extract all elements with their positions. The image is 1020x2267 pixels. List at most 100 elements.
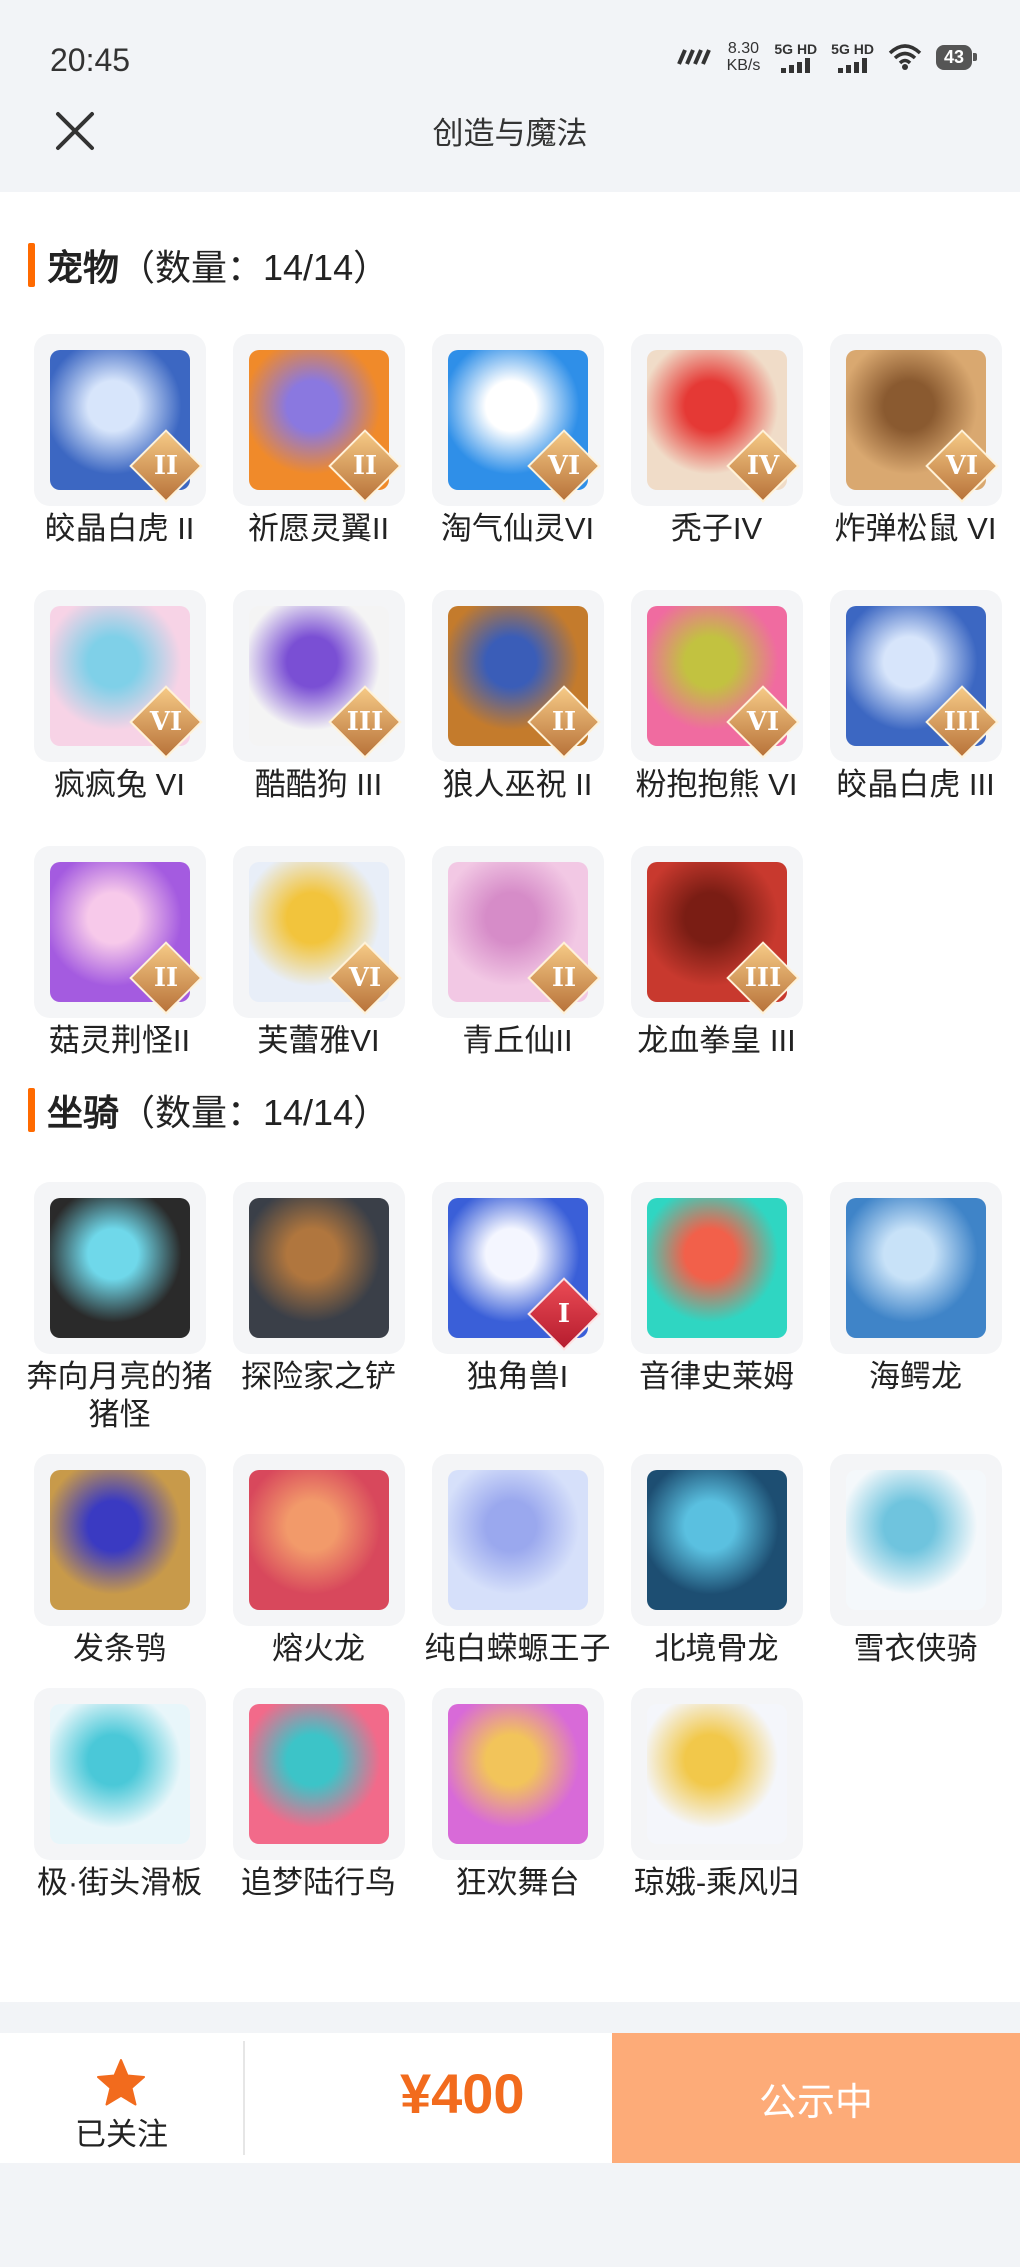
item-thumbnail: VI bbox=[829, 334, 1002, 506]
item-card[interactable]: I 独角兽I bbox=[418, 1182, 617, 1434]
item-card[interactable]: III 皎晶白虎 III bbox=[816, 590, 1015, 804]
page-title: 创造与魔法 bbox=[432, 116, 588, 151]
item-card[interactable]: 追梦陆行鸟 bbox=[219, 1688, 418, 1902]
item-image bbox=[49, 1470, 190, 1610]
item-card[interactable]: 熔火龙 bbox=[219, 1454, 418, 1668]
item-card[interactable]: 发条鸮 bbox=[20, 1454, 219, 1668]
section-count: （数量：14/14） bbox=[119, 247, 390, 288]
network-speed: 8.30 KB/s bbox=[727, 40, 761, 74]
section-accent-bar bbox=[28, 243, 35, 287]
item-label: 龙血拳皇 III bbox=[637, 1023, 796, 1058]
tier-badge-label: II bbox=[153, 963, 178, 993]
item-thumbnail: IV bbox=[630, 334, 803, 506]
item-thumbnail: VI bbox=[630, 590, 803, 762]
item-card[interactable]: II 狼人巫祝 II bbox=[418, 590, 617, 804]
item-card[interactable]: II 菇灵荆怪II bbox=[20, 846, 219, 1060]
item-thumbnail bbox=[431, 1454, 604, 1626]
item-label: 发条鸮 bbox=[73, 1631, 166, 1666]
item-image bbox=[845, 1470, 986, 1610]
follow-button[interactable]: 已关注 bbox=[0, 2033, 243, 2163]
nav-bar: 创造与魔法 bbox=[0, 90, 1020, 190]
tier-badge-label: VI bbox=[547, 451, 580, 481]
item-image bbox=[447, 1470, 588, 1610]
item-label: 雪衣侠骑 bbox=[853, 1631, 978, 1666]
item-label: 淘气仙灵VI bbox=[440, 511, 595, 546]
mounts-section-header: 坐骑 （数量：14/14） bbox=[28, 1087, 389, 1133]
item-card[interactable]: 琼娥-乘风归 bbox=[617, 1688, 816, 1902]
item-card[interactable]: 纯白蝾螈王子 bbox=[418, 1454, 617, 1668]
item-image bbox=[248, 1198, 389, 1338]
item-card[interactable]: 北境骨龙 bbox=[617, 1454, 816, 1668]
tier-badge-label: VI bbox=[945, 451, 978, 481]
section-count: （数量：14/14） bbox=[119, 1092, 390, 1133]
tier-badge-label: III bbox=[744, 963, 781, 993]
item-label: 奔向月亮的猪猪怪 bbox=[26, 1359, 213, 1432]
item-image bbox=[49, 1198, 190, 1338]
section-title: 宠物 bbox=[47, 247, 120, 288]
signal-1: 5G HD bbox=[774, 40, 818, 73]
item-card[interactable]: VI 粉抱抱熊 VI bbox=[617, 590, 816, 804]
item-label: 皎晶白虎 III bbox=[836, 767, 995, 802]
item-image bbox=[845, 1198, 986, 1338]
status-button-label: 公示中 bbox=[758, 2081, 873, 2124]
item-label: 秃子IV bbox=[670, 511, 763, 546]
tier-badge-label: VI bbox=[348, 963, 381, 993]
item-card[interactable]: IV 秃子IV bbox=[617, 334, 816, 548]
item-thumbnail: III bbox=[630, 846, 803, 1018]
item-label: 狼人巫祝 II bbox=[442, 767, 593, 802]
item-label: 独角兽I bbox=[466, 1359, 569, 1394]
item-label: 纯白蝾螈王子 bbox=[424, 1631, 611, 1666]
tier-badge-label: II bbox=[551, 963, 576, 993]
item-thumbnail bbox=[33, 1454, 206, 1626]
inventory-content: 宠物 （数量：14/14） II 皎晶白虎 II II 祈愿灵翼II VI 淘气仙灵VI I… bbox=[0, 192, 1020, 2002]
item-label: 疯疯兔 VI bbox=[54, 767, 185, 802]
item-card[interactable]: II 皎晶白虎 II bbox=[20, 334, 219, 548]
item-thumbnail: I bbox=[431, 1182, 604, 1354]
item-card[interactable]: VI 疯疯兔 VI bbox=[20, 590, 219, 804]
signal-2-label: 5G HD bbox=[831, 40, 874, 57]
item-card[interactable]: 海鳄龙 bbox=[816, 1182, 1015, 1434]
item-thumbnail bbox=[33, 1182, 206, 1354]
item-thumbnail: III bbox=[232, 590, 405, 762]
item-thumbnail bbox=[232, 1454, 405, 1626]
signal-1-label: 5G HD bbox=[774, 40, 818, 57]
item-image bbox=[248, 1704, 389, 1844]
pets-grid: II 皎晶白虎 II II 祈愿灵翼II VI 淘气仙灵VI IV 秃子IV VI 炸弹松鼠 VI… bbox=[20, 334, 1002, 1060]
battery-icon: 43 bbox=[935, 44, 978, 70]
item-card[interactable]: II 青丘仙II bbox=[418, 846, 617, 1060]
nfc-icon bbox=[676, 49, 711, 65]
item-label: 芙蕾雅VI bbox=[257, 1023, 380, 1058]
item-card[interactable]: 极·街头滑板 bbox=[20, 1688, 219, 1902]
item-card[interactable]: II 祈愿灵翼II bbox=[219, 334, 418, 548]
item-card[interactable]: VI 芙蕾雅VI bbox=[219, 846, 418, 1060]
item-thumbnail bbox=[232, 1182, 405, 1354]
item-label: 酷酷狗 III bbox=[254, 767, 383, 802]
item-card[interactable]: 狂欢舞台 bbox=[418, 1688, 617, 1902]
item-card[interactable]: VI 淘气仙灵VI bbox=[418, 334, 617, 548]
item-thumbnail: II bbox=[431, 590, 604, 762]
item-card[interactable]: III 酷酷狗 III bbox=[219, 590, 418, 804]
status-button[interactable]: 公示中 bbox=[612, 2033, 1020, 2163]
item-label: 北境骨龙 bbox=[654, 1631, 779, 1666]
status-time: 20:45 bbox=[50, 42, 131, 78]
item-card[interactable]: 音律史莱姆 bbox=[617, 1182, 816, 1434]
item-card[interactable]: VI 炸弹松鼠 VI bbox=[816, 334, 1015, 548]
divider bbox=[243, 2041, 245, 2155]
item-card[interactable]: III 龙血拳皇 III bbox=[617, 846, 816, 1060]
signal-2: 5G HD bbox=[831, 40, 874, 73]
bottom-action-bar: 已关注 ¥400 公示中 bbox=[0, 2033, 1020, 2163]
item-image bbox=[248, 1470, 389, 1610]
item-label: 音律史莱姆 bbox=[639, 1359, 794, 1394]
item-label: 菇灵荆怪II bbox=[48, 1023, 191, 1058]
item-card[interactable]: 奔向月亮的猪猪怪 bbox=[20, 1182, 219, 1434]
item-label: 追梦陆行鸟 bbox=[241, 1865, 396, 1900]
item-label: 粉抱抱熊 VI bbox=[635, 767, 798, 802]
item-card[interactable]: 雪衣侠骑 bbox=[816, 1454, 1015, 1668]
price: ¥400 bbox=[400, 2062, 525, 2125]
star-icon bbox=[97, 2059, 145, 2106]
item-thumbnail bbox=[829, 1454, 1002, 1626]
item-thumbnail bbox=[33, 1688, 206, 1860]
item-thumbnail: VI bbox=[33, 590, 206, 762]
item-card[interactable]: 探险家之铲 bbox=[219, 1182, 418, 1434]
item-image bbox=[49, 1704, 190, 1844]
